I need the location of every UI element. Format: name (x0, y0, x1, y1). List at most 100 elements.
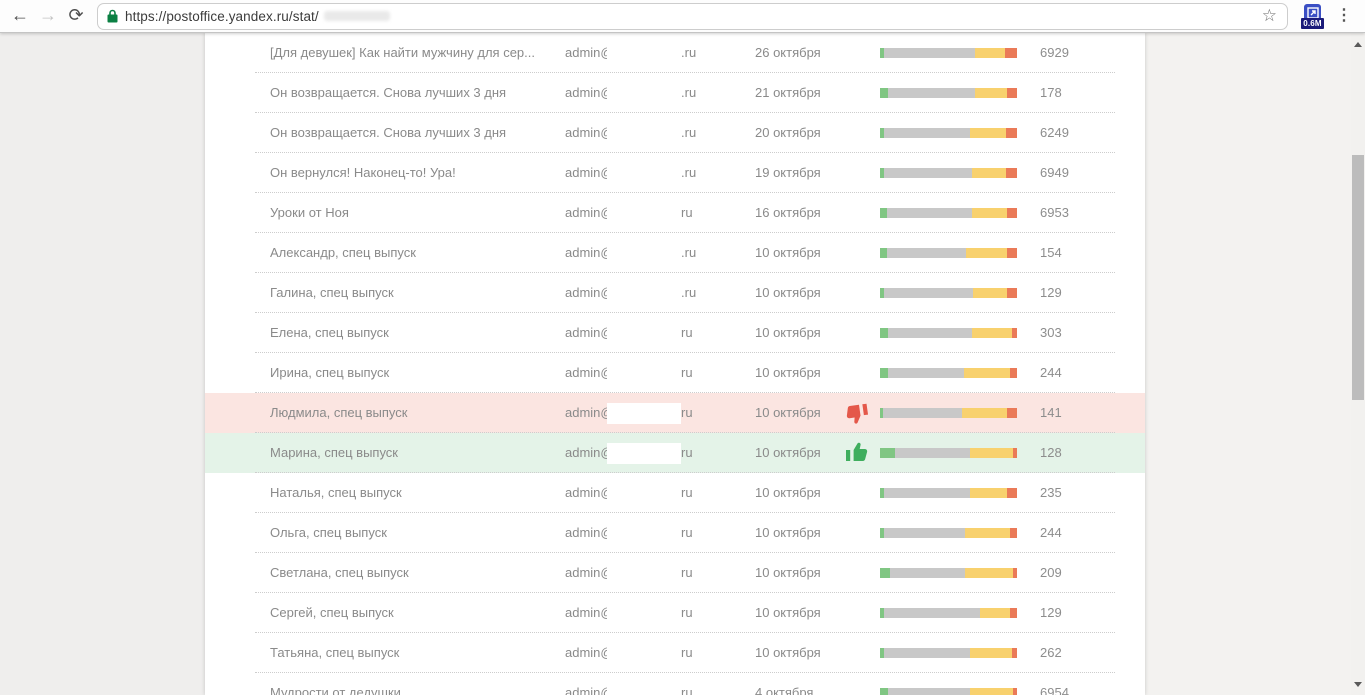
back-button[interactable]: ← (6, 2, 34, 30)
thumbs-up-icon[interactable] (845, 440, 871, 466)
table-row[interactable]: Галина, спец выпуск admin@ .ru 10 октябр… (205, 273, 1145, 313)
row-title: Уроки от Ноя (270, 193, 550, 233)
bar-spam-segment (1007, 208, 1017, 218)
row-count: 244 (1040, 513, 1062, 553)
delivery-bar (880, 568, 1017, 578)
table-row[interactable]: Мудрости от дедушки admin@ ru 4 октября … (205, 673, 1145, 695)
page-background: [Для девушек] Как найти мужчину для сер.… (0, 33, 1365, 695)
row-email-suffix: .ru (681, 33, 696, 73)
table-row[interactable]: Уроки от Ноя admin@ ru 16 октября 6953 (205, 193, 1145, 233)
row-email-suffix: .ru (681, 273, 696, 313)
table-row[interactable]: Он вернулся! Наконец-то! Ура! admin@ .ru… (205, 153, 1145, 193)
reload-button[interactable]: ⟳ (62, 2, 90, 30)
row-email-suffix: ru (681, 433, 693, 473)
bar-delivered-segment (880, 448, 895, 458)
row-title: [Для девушек] Как найти мужчину для сер.… (270, 33, 550, 73)
delivery-bar (880, 128, 1017, 138)
table-row[interactable]: Сергей, спец выпуск admin@ ru 10 октября… (205, 593, 1145, 633)
bar-unread-segment (884, 648, 970, 658)
row-date: 16 октября (755, 193, 821, 233)
bar-delivered-segment (880, 328, 888, 338)
row-email-suffix: ru (681, 553, 693, 593)
table-row[interactable]: Александр, спец выпуск admin@ .ru 10 окт… (205, 233, 1145, 273)
row-email-censor (607, 243, 681, 264)
bar-unread-segment (884, 168, 972, 178)
delivery-bar (880, 328, 1017, 338)
table-row[interactable]: Ирина, спец выпуск admin@ ru 10 октября … (205, 353, 1145, 393)
row-date: 20 октября (755, 113, 821, 153)
bar-unread-segment (884, 48, 974, 58)
row-email-suffix: .ru (681, 73, 696, 113)
bar-read-segment (962, 408, 1007, 418)
scrollbar[interactable] (1351, 33, 1365, 695)
delivery-bar (880, 688, 1017, 695)
row-email-censor (607, 123, 681, 144)
row-title: Он возвращается. Снова лучших 3 дня (270, 113, 550, 153)
bookmark-star-icon[interactable]: ☆ (1258, 6, 1281, 26)
row-email-suffix: ru (681, 353, 693, 393)
bar-spam-segment (1013, 688, 1017, 695)
bar-spam-segment (1010, 368, 1017, 378)
row-count: 262 (1040, 633, 1062, 673)
table-row[interactable]: Он возвращается. Снова лучших 3 дня admi… (205, 73, 1145, 113)
delivery-bar (880, 208, 1017, 218)
row-email-suffix: ru (681, 593, 693, 633)
row-email-censor (607, 163, 681, 184)
secure-lock-icon (107, 9, 118, 23)
row-title: Марина, спец выпуск (270, 433, 550, 473)
table-row[interactable]: Ольга, спец выпуск admin@ ru 10 октября … (205, 513, 1145, 553)
table-row[interactable]: Татьяна, спец выпуск admin@ ru 10 октябр… (205, 633, 1145, 673)
row-count: 209 (1040, 553, 1062, 593)
row-email-censor (607, 203, 681, 224)
scroll-down-button[interactable] (1351, 677, 1365, 691)
bar-unread-segment (884, 488, 970, 498)
delivery-bar (880, 288, 1017, 298)
row-email-suffix: .ru (681, 233, 696, 273)
table-row[interactable]: Он возвращается. Снова лучших 3 дня admi… (205, 113, 1145, 153)
page-right-gutter (1145, 33, 1365, 695)
bar-spam-segment (1006, 168, 1017, 178)
stats-card: [Для девушек] Как найти мужчину для сер.… (205, 33, 1145, 695)
table-row[interactable]: Наталья, спец выпуск admin@ ru 10 октябр… (205, 473, 1145, 513)
table-row[interactable]: Марина, спец выпуск admin@ ru 10 октября… (205, 433, 1145, 473)
bar-unread-segment (888, 328, 972, 338)
bar-read-segment (975, 88, 1008, 98)
address-bar[interactable]: https://postoffice.yandex.ru/stat/ ☆ (97, 3, 1288, 30)
row-email-suffix: ru (681, 393, 693, 433)
table-row[interactable]: Елена, спец выпуск admin@ ru 10 октября … (205, 313, 1145, 353)
bar-spam-segment (1010, 608, 1017, 618)
scroll-up-arrow-icon (1354, 42, 1362, 47)
bar-unread-segment (895, 448, 970, 458)
bar-unread-segment (883, 408, 962, 418)
row-title: Наталья, спец выпуск (270, 473, 550, 513)
browser-menu-button[interactable]: ⋮ (1331, 2, 1357, 30)
bar-spam-segment (1012, 328, 1017, 338)
table-row[interactable]: Людмила, спец выпуск admin@ ru 10 октябр… (205, 393, 1145, 433)
row-title: Елена, спец выпуск (270, 313, 550, 353)
table-row[interactable]: [Для девушек] Как найти мужчину для сер.… (205, 33, 1145, 73)
delivery-bar (880, 168, 1017, 178)
row-email-censor (607, 43, 681, 64)
bar-spam-segment (1013, 448, 1017, 458)
bar-read-segment (966, 248, 1007, 258)
extension-button[interactable]: 0.6M (1299, 1, 1327, 31)
row-count: 6953 (1040, 193, 1069, 233)
row-date: 4 октября (755, 673, 813, 695)
bar-read-segment (970, 448, 1012, 458)
scrollbar-thumb[interactable] (1352, 155, 1364, 400)
thumbs-down-icon[interactable] (843, 400, 872, 429)
forward-button[interactable]: → (34, 2, 62, 30)
scroll-up-button[interactable] (1351, 37, 1365, 51)
bar-read-segment (965, 528, 1010, 538)
row-email-suffix: .ru (681, 113, 696, 153)
row-date: 10 октября (755, 633, 821, 673)
scroll-down-arrow-icon (1354, 682, 1362, 687)
row-date: 10 октября (755, 353, 821, 393)
row-title: Светлана, спец выпуск (270, 553, 550, 593)
row-date: 10 октября (755, 233, 821, 273)
bar-spam-segment (1010, 528, 1017, 538)
row-date: 26 октября (755, 33, 821, 73)
row-email-suffix: ru (681, 513, 693, 553)
table-row[interactable]: Светлана, спец выпуск admin@ ru 10 октяб… (205, 553, 1145, 593)
delivery-bar (880, 408, 1017, 418)
